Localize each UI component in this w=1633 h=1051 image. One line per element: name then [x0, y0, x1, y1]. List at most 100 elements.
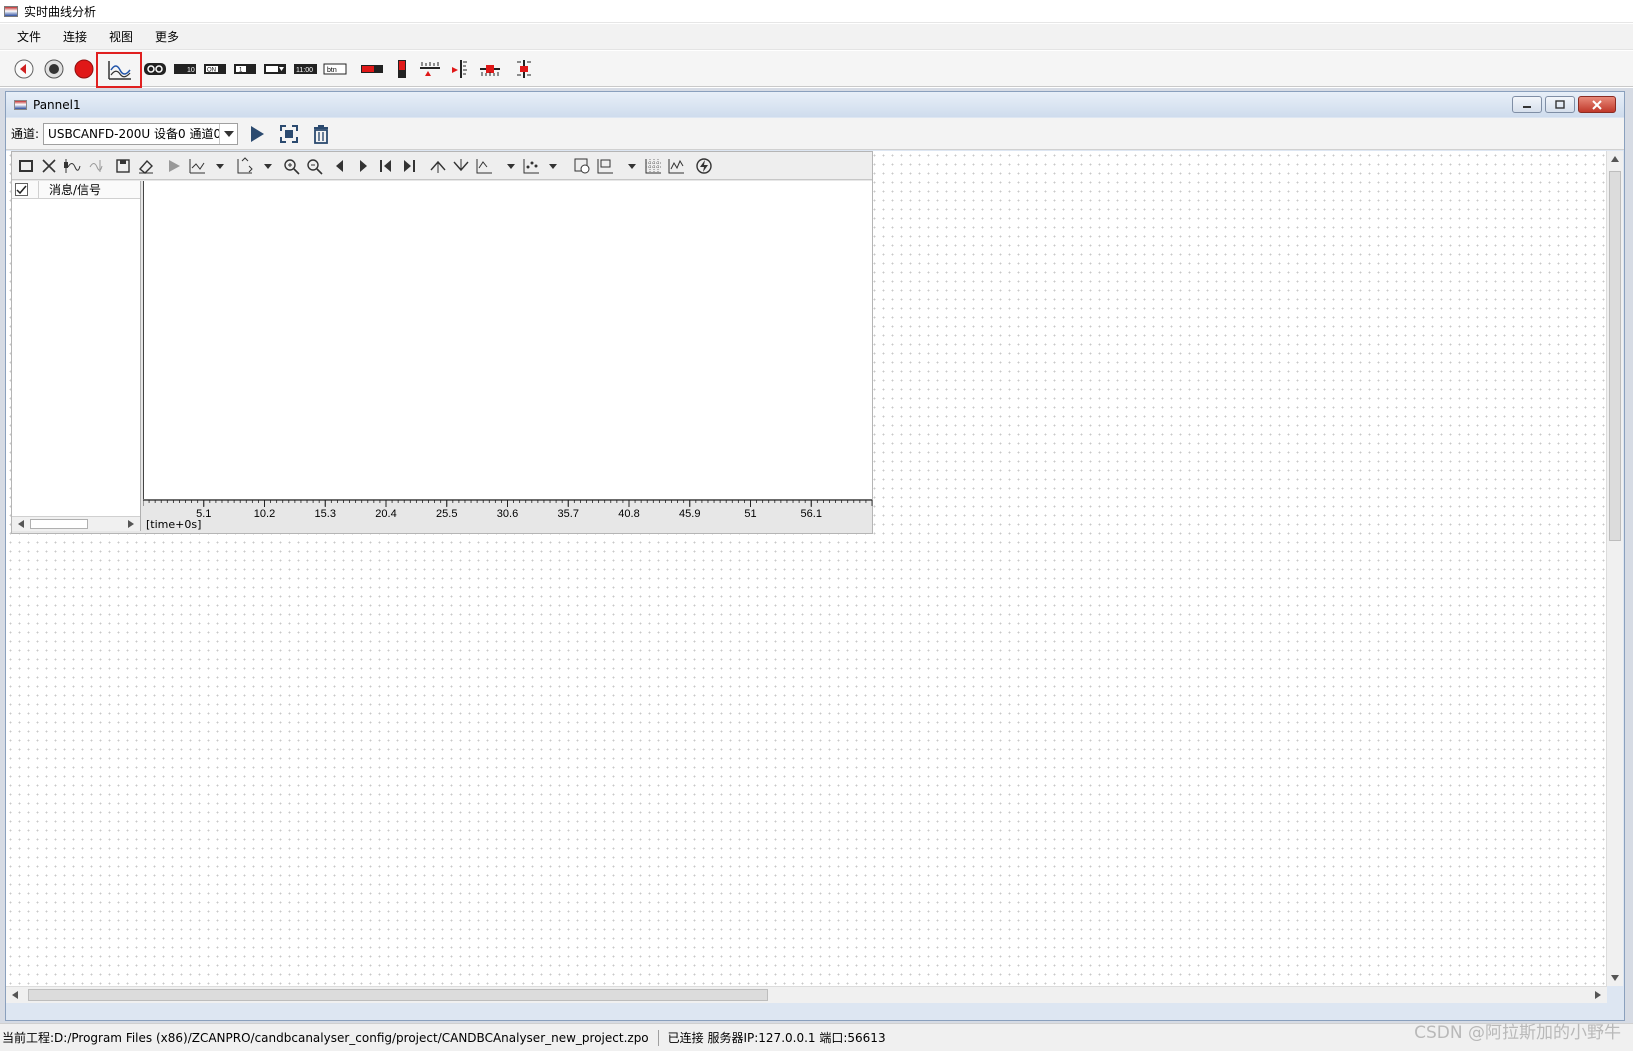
workspace-vscroll[interactable] — [1606, 151, 1623, 986]
signal-list-hscroll-thumb[interactable] — [30, 519, 88, 529]
trigger-button[interactable] — [694, 156, 714, 176]
back-button[interactable] — [12, 57, 36, 81]
h-slider-button[interactable] — [418, 57, 442, 81]
trash-icon — [314, 124, 329, 144]
play-gray-button[interactable] — [164, 156, 184, 176]
menu-connect[interactable]: 连接 — [56, 26, 94, 47]
dropdown-arrow-icon — [628, 164, 636, 169]
one-widget-button[interactable]: 1 — [233, 57, 257, 81]
dropdown-arrow-button[interactable] — [623, 156, 637, 176]
x-tick-label: 40.8 — [618, 508, 639, 519]
restore-button[interactable] — [1545, 96, 1575, 113]
delete-x-button[interactable] — [39, 156, 59, 176]
back-circle-icon — [14, 59, 34, 79]
close-button[interactable] — [1578, 96, 1616, 113]
dropdown-arrow-button[interactable] — [502, 156, 516, 176]
oo-widget-button[interactable] — [143, 57, 167, 81]
bar-widget-button[interactable] — [360, 57, 384, 81]
scroll-left-icon[interactable] — [9, 989, 21, 1001]
workspace-hscroll[interactable] — [6, 986, 1607, 1003]
channel-select[interactable]: USBCANFD-200U 设备0 通道0 — [43, 122, 239, 145]
v-scale-icon — [452, 60, 467, 78]
signal-list-panel: 消息/信号 — [12, 181, 141, 531]
fit-view-button[interactable] — [276, 121, 302, 147]
mdi-area: Pannel1 通道: USBCANFD-200U 设备0 通道0 消息/信号 … — [0, 88, 1633, 1023]
signal-column-header[interactable]: 消息/信号 — [38, 181, 101, 198]
scroll-up-icon[interactable] — [1609, 153, 1621, 165]
dropdown-arrow-button[interactable] — [544, 156, 558, 176]
trigger-icon — [696, 158, 712, 174]
next-button[interactable] — [353, 156, 373, 176]
one-display-icon: 1 — [234, 64, 256, 74]
h-scale-button[interactable] — [478, 57, 502, 81]
vertical-bar-button[interactable] — [390, 57, 414, 81]
dropdown-arrow-button[interactable] — [211, 156, 225, 176]
time-offset-label: [time+0s] — [146, 518, 202, 531]
time-widget-button[interactable]: 11:00 — [293, 57, 317, 81]
zoom-out-button[interactable] — [305, 156, 325, 176]
rising-edge-button[interactable] — [428, 156, 448, 176]
save-icon — [116, 159, 130, 173]
add-curve-button[interactable] — [62, 156, 82, 176]
select-all-checkbox[interactable] — [15, 183, 28, 196]
curve-chart-button[interactable] — [96, 52, 142, 88]
delete-button[interactable] — [308, 121, 334, 147]
first-button[interactable] — [376, 156, 396, 176]
export-chart-button[interactable] — [595, 156, 615, 176]
record-red-icon — [74, 59, 94, 79]
scatter-chart-button[interactable] — [521, 156, 541, 176]
chart-settings-button[interactable] — [474, 156, 494, 176]
falling-edge-button[interactable] — [451, 156, 471, 176]
x-tick-label: 25.5 — [436, 508, 457, 519]
stop-circle-icon — [44, 59, 64, 79]
watermark: CSDN @阿拉斯加的小野牛 — [1414, 1023, 1621, 1043]
pannel-title-bar[interactable]: Pannel1 — [6, 92, 1624, 117]
x-tick-label: 35.7 — [558, 508, 579, 519]
last-button[interactable] — [399, 156, 419, 176]
menu-view[interactable]: 视图 — [102, 26, 140, 47]
remove-curve-button[interactable] — [85, 156, 105, 176]
scroll-down-icon[interactable] — [1609, 972, 1621, 984]
vertical-bar-icon — [398, 60, 406, 78]
scroll-right-icon[interactable] — [1592, 989, 1604, 1001]
stop-square-button[interactable] — [16, 156, 36, 176]
menu-more[interactable]: 更多 — [148, 26, 186, 47]
btn-widget-button[interactable]: btn — [323, 57, 347, 81]
axis-range-button[interactable] — [234, 156, 254, 176]
eraser-button[interactable] — [136, 156, 156, 176]
dropdown-widget-button[interactable] — [263, 57, 287, 81]
zoom-in-button[interactable] — [282, 156, 302, 176]
v-scale-button[interactable] — [448, 57, 472, 81]
remove-curve-icon — [89, 160, 103, 172]
minimize-icon — [1523, 105, 1531, 108]
window-title: 实时曲线分析 — [24, 4, 97, 19]
scroll-left-icon[interactable] — [15, 518, 27, 530]
vscroll-thumb[interactable] — [1609, 171, 1621, 541]
stop-button[interactable] — [42, 57, 66, 81]
fit-screen-icon — [280, 124, 299, 143]
signal-list-hscroll[interactable] — [12, 516, 140, 531]
start-button[interactable] — [244, 121, 270, 147]
grid-button[interactable] — [643, 156, 663, 176]
save-button[interactable] — [113, 156, 133, 176]
record-button[interactable] — [72, 57, 96, 81]
number-widget-button[interactable]: 10 — [173, 57, 197, 81]
line-chart-icon — [189, 159, 205, 174]
prev-button[interactable] — [330, 156, 350, 176]
on-switch-button[interactable]: ON — [203, 57, 227, 81]
line-chart-button[interactable] — [187, 156, 207, 176]
v-slider-button[interactable] — [512, 57, 536, 81]
hscroll-thumb[interactable] — [28, 989, 768, 1001]
menu-file[interactable]: 文件 — [10, 26, 48, 47]
refresh-chart-button[interactable] — [572, 156, 592, 176]
chart-settings-icon — [476, 159, 492, 174]
stop-square-icon — [19, 160, 33, 172]
dropdown-arrow-button[interactable] — [259, 156, 273, 176]
oo-display-icon — [144, 63, 166, 75]
minimize-button[interactable] — [1512, 96, 1542, 113]
plot-area[interactable] — [143, 181, 872, 499]
x-tick-label: 10.2 — [254, 508, 275, 519]
scroll-right-icon[interactable] — [125, 518, 137, 530]
waveform-button[interactable] — [666, 156, 686, 176]
signal-list-header: 消息/信号 — [12, 181, 140, 199]
